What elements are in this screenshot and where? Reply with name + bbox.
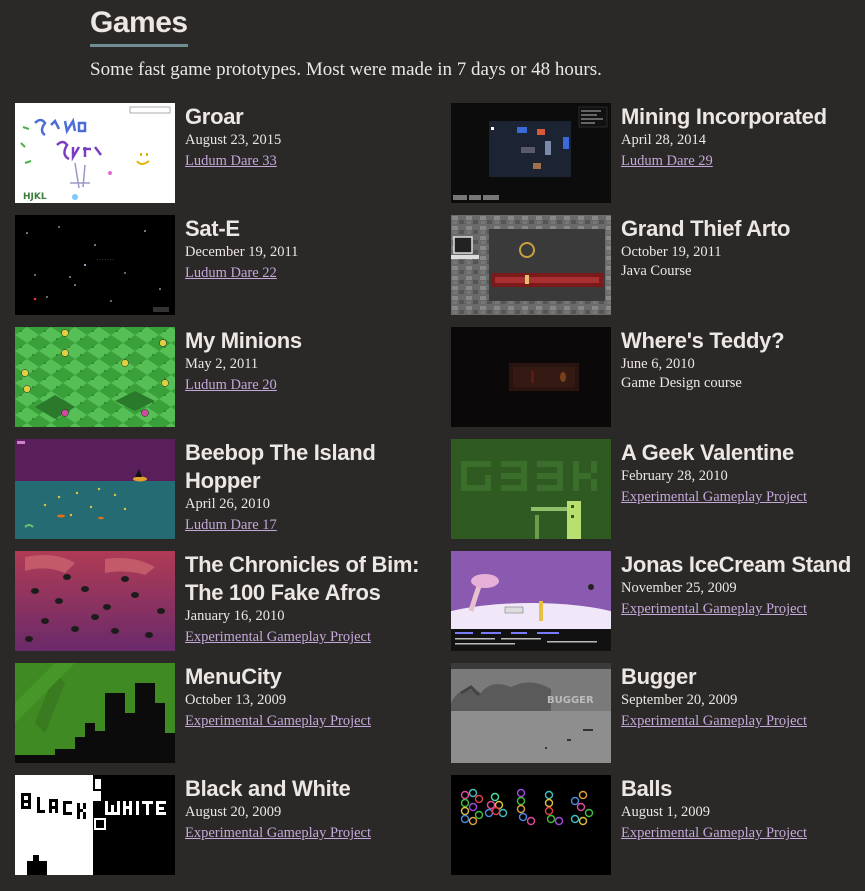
game-event-link[interactable]: Experimental Gameplay Project <box>621 600 807 619</box>
groar-thumbnail[interactable]: HJKL <box>15 103 175 203</box>
game-title[interactable]: Where's Teddy? <box>621 327 865 355</box>
game-event: Game Design course <box>621 375 742 391</box>
mining-thumbnail[interactable] <box>451 103 611 203</box>
game-date: October 13, 2009 <box>185 692 287 708</box>
game-card-groar[interactable]: HJKL Groar August 23, 2015 Ludum Dare 33 <box>15 103 445 203</box>
game-title[interactable]: My Minions <box>185 327 445 355</box>
game-info: Beebop The Island Hopper April 26, 2010 … <box>185 439 445 535</box>
game-card-beebop[interactable]: Beebop The Island Hopper April 26, 2010 … <box>15 439 445 539</box>
game-date: August 23, 2015 <box>185 132 282 148</box>
page-title: Games <box>90 6 188 47</box>
game-card-wheres-teddy[interactable]: Where's Teddy? June 6, 2010 Game Design … <box>451 327 865 427</box>
game-card-black-and-white[interactable]: Black and White August 20, 2009 Experime… <box>15 775 445 875</box>
game-title[interactable]: Groar <box>185 103 445 131</box>
game-date: December 19, 2011 <box>185 244 299 260</box>
game-card-jonas-icecream[interactable]: Jonas IceCream Stand November 25, 2009 E… <box>451 551 865 651</box>
svg-text:BUGGER: BUGGER <box>547 695 594 706</box>
game-title[interactable]: Balls <box>621 775 865 803</box>
game-event-link[interactable]: Experimental Gameplay Project <box>621 824 807 843</box>
game-card-my-minions[interactable]: My Minions May 2, 2011 Ludum Dare 20 <box>15 327 445 427</box>
game-title[interactable]: Mining Incorporated <box>621 103 865 131</box>
blackwhite-thumbnail[interactable] <box>15 775 175 875</box>
game-title[interactable]: The Chronicles of Bim: The 100 Fake Afro… <box>185 551 445 607</box>
game-date: April 26, 2010 <box>185 496 270 512</box>
game-card-grand-thief-arto[interactable]: Grand Thief Arto October 19, 2011 Java C… <box>451 215 865 315</box>
game-info: Where's Teddy? June 6, 2010 Game Design … <box>621 327 865 393</box>
game-info: MenuCity October 13, 2009 Experimental G… <box>185 663 445 731</box>
game-title[interactable]: Jonas IceCream Stand <box>621 551 865 579</box>
game-title[interactable]: Black and White <box>185 775 445 803</box>
game-info: A Geek Valentine February 28, 2010 Exper… <box>621 439 865 507</box>
game-info: Sat-E December 19, 2011 Ludum Dare 22 <box>185 215 445 283</box>
game-event: Java Course <box>621 263 692 279</box>
balls-thumbnail[interactable] <box>451 775 611 875</box>
game-card-mining-incorporated[interactable]: Mining Incorporated April 28, 2014 Ludum… <box>451 103 865 203</box>
game-title[interactable]: Grand Thief Arto <box>621 215 865 243</box>
game-event-link[interactable]: Experimental Gameplay Project <box>185 712 371 731</box>
page-header: Games Some fast game prototypes. Most we… <box>90 6 602 81</box>
minions-thumbnail[interactable] <box>15 327 175 427</box>
game-event-link[interactable]: Experimental Gameplay Project <box>621 488 807 507</box>
game-card-menucity[interactable]: MenuCity October 13, 2009 Experimental G… <box>15 663 445 763</box>
game-event-link[interactable]: Ludum Dare 22 <box>185 264 277 283</box>
game-date: October 19, 2011 <box>621 244 722 260</box>
game-card-balls[interactable]: Balls August 1, 2009 Experimental Gamepl… <box>451 775 865 875</box>
game-date: February 28, 2010 <box>621 468 728 484</box>
game-card-sat-e[interactable]: · · · · · · · Sat-E December 19, 2011 Lu… <box>15 215 445 315</box>
game-info: Jonas IceCream Stand November 25, 2009 E… <box>621 551 865 619</box>
page-subtitle: Some fast game prototypes. Most were mad… <box>90 59 602 80</box>
game-date: May 2, 2011 <box>185 356 259 372</box>
game-date: August 20, 2009 <box>185 804 282 820</box>
teddy-thumbnail[interactable] <box>451 327 611 427</box>
game-title[interactable]: A Geek Valentine <box>621 439 865 467</box>
game-title[interactable]: MenuCity <box>185 663 445 691</box>
game-event-link[interactable]: Experimental Gameplay Project <box>185 628 371 647</box>
game-date: August 1, 2009 <box>621 804 711 820</box>
game-date: June 6, 2010 <box>621 356 695 372</box>
game-info: Mining Incorporated April 28, 2014 Ludum… <box>621 103 865 171</box>
game-date: January 16, 2010 <box>185 608 285 624</box>
game-event-link[interactable]: Ludum Dare 33 <box>185 152 277 171</box>
bim-thumbnail[interactable] <box>15 551 175 651</box>
game-info: Grand Thief Arto October 19, 2011 Java C… <box>621 215 865 281</box>
arto-thumbnail[interactable] <box>451 215 611 315</box>
game-title[interactable]: Sat-E <box>185 215 445 243</box>
sate-thumbnail[interactable]: · · · · · · · <box>15 215 175 315</box>
game-event-link[interactable]: Ludum Dare 17 <box>185 516 277 535</box>
game-date: November 25, 2009 <box>621 580 737 596</box>
game-event-link[interactable]: Ludum Dare 29 <box>621 152 713 171</box>
game-title[interactable]: Beebop The Island Hopper <box>185 439 445 495</box>
geek-thumbnail[interactable] <box>451 439 611 539</box>
game-info: Bugger September 20, 2009 Experimental G… <box>621 663 865 731</box>
game-event-link[interactable]: Ludum Dare 20 <box>185 376 277 395</box>
game-date: September 20, 2009 <box>621 692 738 708</box>
game-info: Balls August 1, 2009 Experimental Gamepl… <box>621 775 865 843</box>
beebop-thumbnail[interactable] <box>15 439 175 539</box>
menucity-thumbnail[interactable] <box>15 663 175 763</box>
game-info: My Minions May 2, 2011 Ludum Dare 20 <box>185 327 445 395</box>
game-card-geek-valentine[interactable]: A Geek Valentine February 28, 2010 Exper… <box>451 439 865 539</box>
svg-text:· · · · · · ·: · · · · · · · <box>97 257 114 262</box>
game-date: April 28, 2014 <box>621 132 706 148</box>
game-info: The Chronicles of Bim: The 100 Fake Afro… <box>185 551 445 647</box>
game-card-bugger[interactable]: BUGGER Bugger September 20, 2009 Experim… <box>451 663 865 763</box>
game-info: Groar August 23, 2015 Ludum Dare 33 <box>185 103 445 171</box>
svg-text:HJKL: HJKL <box>23 192 47 202</box>
game-card-chronicles-of-bim[interactable]: The Chronicles of Bim: The 100 Fake Afro… <box>15 551 445 651</box>
bugger-thumbnail[interactable]: BUGGER <box>451 663 611 763</box>
game-info: Black and White August 20, 2009 Experime… <box>185 775 445 843</box>
game-title[interactable]: Bugger <box>621 663 865 691</box>
game-event-link[interactable]: Experimental Gameplay Project <box>185 824 371 843</box>
game-event-link[interactable]: Experimental Gameplay Project <box>621 712 807 731</box>
icecream-thumbnail[interactable] <box>451 551 611 651</box>
